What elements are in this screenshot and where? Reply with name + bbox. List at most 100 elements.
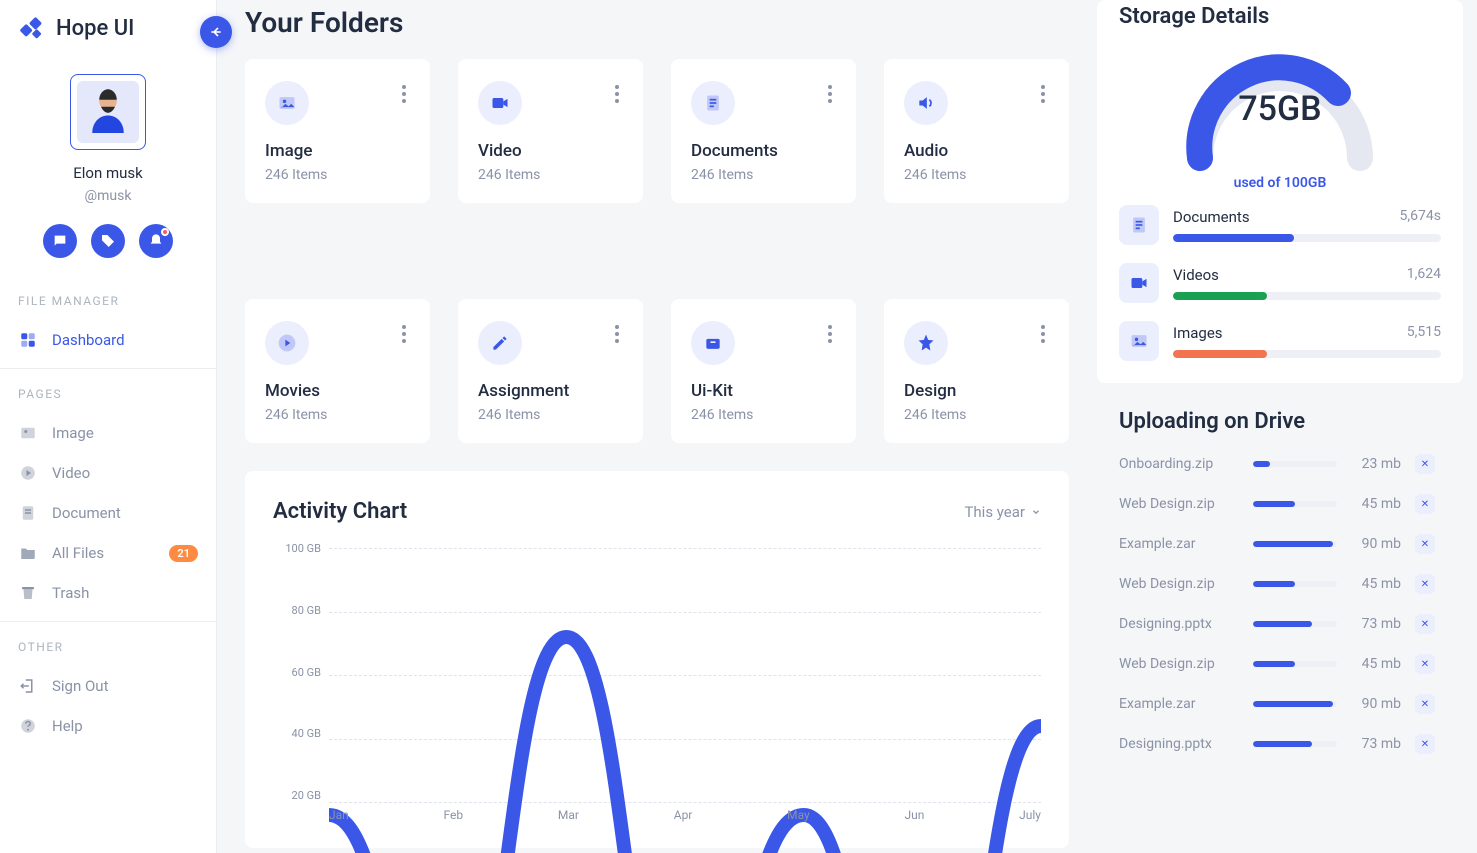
folder-menu-button[interactable]: [398, 321, 410, 347]
storage-bar: [1173, 350, 1441, 358]
storage-row-value: 5,515: [1407, 324, 1441, 342]
upload-cancel-button[interactable]: ✕: [1415, 534, 1435, 554]
x-tick: July: [1019, 808, 1041, 832]
folder-menu-button[interactable]: [824, 321, 836, 347]
folder-subtitle: 246 Items: [904, 407, 1049, 423]
upload-cancel-button[interactable]: ✕: [1415, 614, 1435, 634]
upload-cancel-button[interactable]: ✕: [1415, 454, 1435, 474]
folder-card[interactable]: Movies246 Items: [245, 299, 430, 443]
nav-document-label: Document: [52, 504, 121, 522]
y-tick: 100 GB: [273, 542, 329, 555]
folder-subtitle: 246 Items: [478, 407, 623, 423]
x-tick: Jan: [329, 808, 349, 832]
storage-used: 75GB: [1170, 89, 1390, 129]
nav-heading-pages: PAGES: [0, 387, 216, 413]
folder-subtitle: 246 Items: [904, 167, 1049, 183]
upload-row: Onboarding.zip23 mb✕: [1097, 444, 1457, 484]
upload-card: Uploading on Drive Onboarding.zip23 mb✕W…: [1097, 409, 1463, 774]
folder-menu-button[interactable]: [611, 81, 623, 107]
folder-title: Image: [265, 141, 410, 161]
upload-progress: [1253, 701, 1337, 707]
chart-range-selector[interactable]: This year: [964, 503, 1041, 521]
nav-other: OTHER Sign Out Help: [0, 640, 216, 746]
folder-menu-button[interactable]: [824, 81, 836, 107]
document-icon: [691, 81, 735, 125]
divider: [0, 621, 216, 622]
folder-menu-button[interactable]: [398, 81, 410, 107]
upload-cancel-button[interactable]: ✕: [1415, 574, 1435, 594]
sidebar-collapse-button[interactable]: [200, 16, 232, 48]
upload-progress: [1253, 501, 1337, 507]
nav-signout[interactable]: Sign Out: [0, 666, 216, 706]
dashboard-icon: [18, 330, 38, 350]
storage-breakdown: Documents5,674sVideos1,624Images5,515: [1119, 205, 1441, 361]
upload-cancel-button[interactable]: ✕: [1415, 494, 1435, 514]
y-tick: 60 GB: [273, 666, 329, 679]
logo-icon: [18, 14, 46, 42]
quick-action-chat[interactable]: [43, 224, 77, 258]
folder-title: Video: [478, 141, 623, 161]
folder-menu-button[interactable]: [1037, 321, 1049, 347]
folder-title: Movies: [265, 381, 410, 401]
nav-heading-filemanager: FILE MANAGER: [0, 294, 216, 320]
folder-menu-button[interactable]: [611, 321, 623, 347]
upload-name: Designing.pptx: [1119, 736, 1239, 752]
upload-size: 73 mb: [1351, 736, 1401, 752]
x-tick: Mar: [558, 808, 579, 832]
avatar[interactable]: [70, 74, 146, 150]
storage-row-icon: [1119, 205, 1159, 245]
folder-card[interactable]: Documents246 Items: [671, 59, 856, 203]
upload-name: Web Design.zip: [1119, 496, 1239, 512]
nav-video[interactable]: Video: [0, 453, 216, 493]
nav-dashboard-label: Dashboard: [52, 331, 125, 349]
image-icon: [265, 81, 309, 125]
image-icon: [18, 423, 38, 443]
folder-card[interactable]: Assignment246 Items: [458, 299, 643, 443]
nav-image[interactable]: Image: [0, 413, 216, 453]
upload-cancel-button[interactable]: ✕: [1415, 654, 1435, 674]
upload-progress: [1253, 581, 1337, 587]
folder-menu-button[interactable]: [1037, 81, 1049, 107]
nav-trash[interactable]: Trash: [0, 573, 216, 613]
nav-video-label: Video: [52, 464, 90, 482]
quick-action-notify[interactable]: [139, 224, 173, 258]
arrow-left-icon: [208, 24, 224, 40]
folder-card[interactable]: Audio246 Items: [884, 59, 1069, 203]
upload-cancel-button[interactable]: ✕: [1415, 734, 1435, 754]
chart-body: 100 GB80 GB60 GB40 GB20 GB JanFebMarAprM…: [273, 542, 1041, 832]
folder-card[interactable]: Design246 Items: [884, 299, 1069, 443]
storage-heading: Storage Details: [1119, 4, 1441, 29]
storage-used-sub: used of 100GB: [1234, 175, 1327, 191]
nav-all-files[interactable]: All Files 21: [0, 533, 216, 573]
quick-action-tag[interactable]: [91, 224, 125, 258]
nav-dashboard[interactable]: Dashboard: [0, 320, 216, 360]
folder-card[interactable]: Video246 Items: [458, 59, 643, 203]
upload-size: 45 mb: [1351, 576, 1401, 592]
star-icon: [904, 321, 948, 365]
nav-heading-other: OTHER: [0, 640, 216, 666]
sidebar: Hope UI Elon musk @musk FILE MANAGER Das…: [0, 0, 217, 853]
storage-row: Images 5,515: [1119, 321, 1441, 361]
upload-row: Designing.pptx 73 mb ✕: [1097, 724, 1457, 764]
nav-image-label: Image: [52, 424, 94, 442]
x-tick: Feb: [444, 808, 464, 832]
user-name: Elon musk: [73, 164, 143, 182]
nav-help[interactable]: Help: [0, 706, 216, 746]
chevron-down-icon: [1031, 507, 1041, 517]
upload-progress: [1253, 661, 1337, 667]
help-icon: [18, 716, 38, 736]
upload-size: 23 mb: [1351, 456, 1401, 472]
document-icon: [18, 503, 38, 523]
brand[interactable]: Hope UI: [0, 14, 216, 56]
bell-icon: [148, 233, 164, 249]
nav-file-manager: FILE MANAGER Dashboard: [0, 294, 216, 360]
nav-document[interactable]: Document: [0, 493, 216, 533]
storage-row-icon: [1119, 321, 1159, 361]
storage-gauge: 75GB used of 100GB: [1119, 43, 1441, 191]
x-tick: May: [787, 808, 810, 832]
folder-card[interactable]: Ui-Kit246 Items: [671, 299, 856, 443]
folder-card[interactable]: Image246 Items: [245, 59, 430, 203]
upload-cancel-button[interactable]: ✕: [1415, 694, 1435, 714]
video-icon: [478, 81, 522, 125]
storage-row-name: Images: [1173, 324, 1223, 342]
